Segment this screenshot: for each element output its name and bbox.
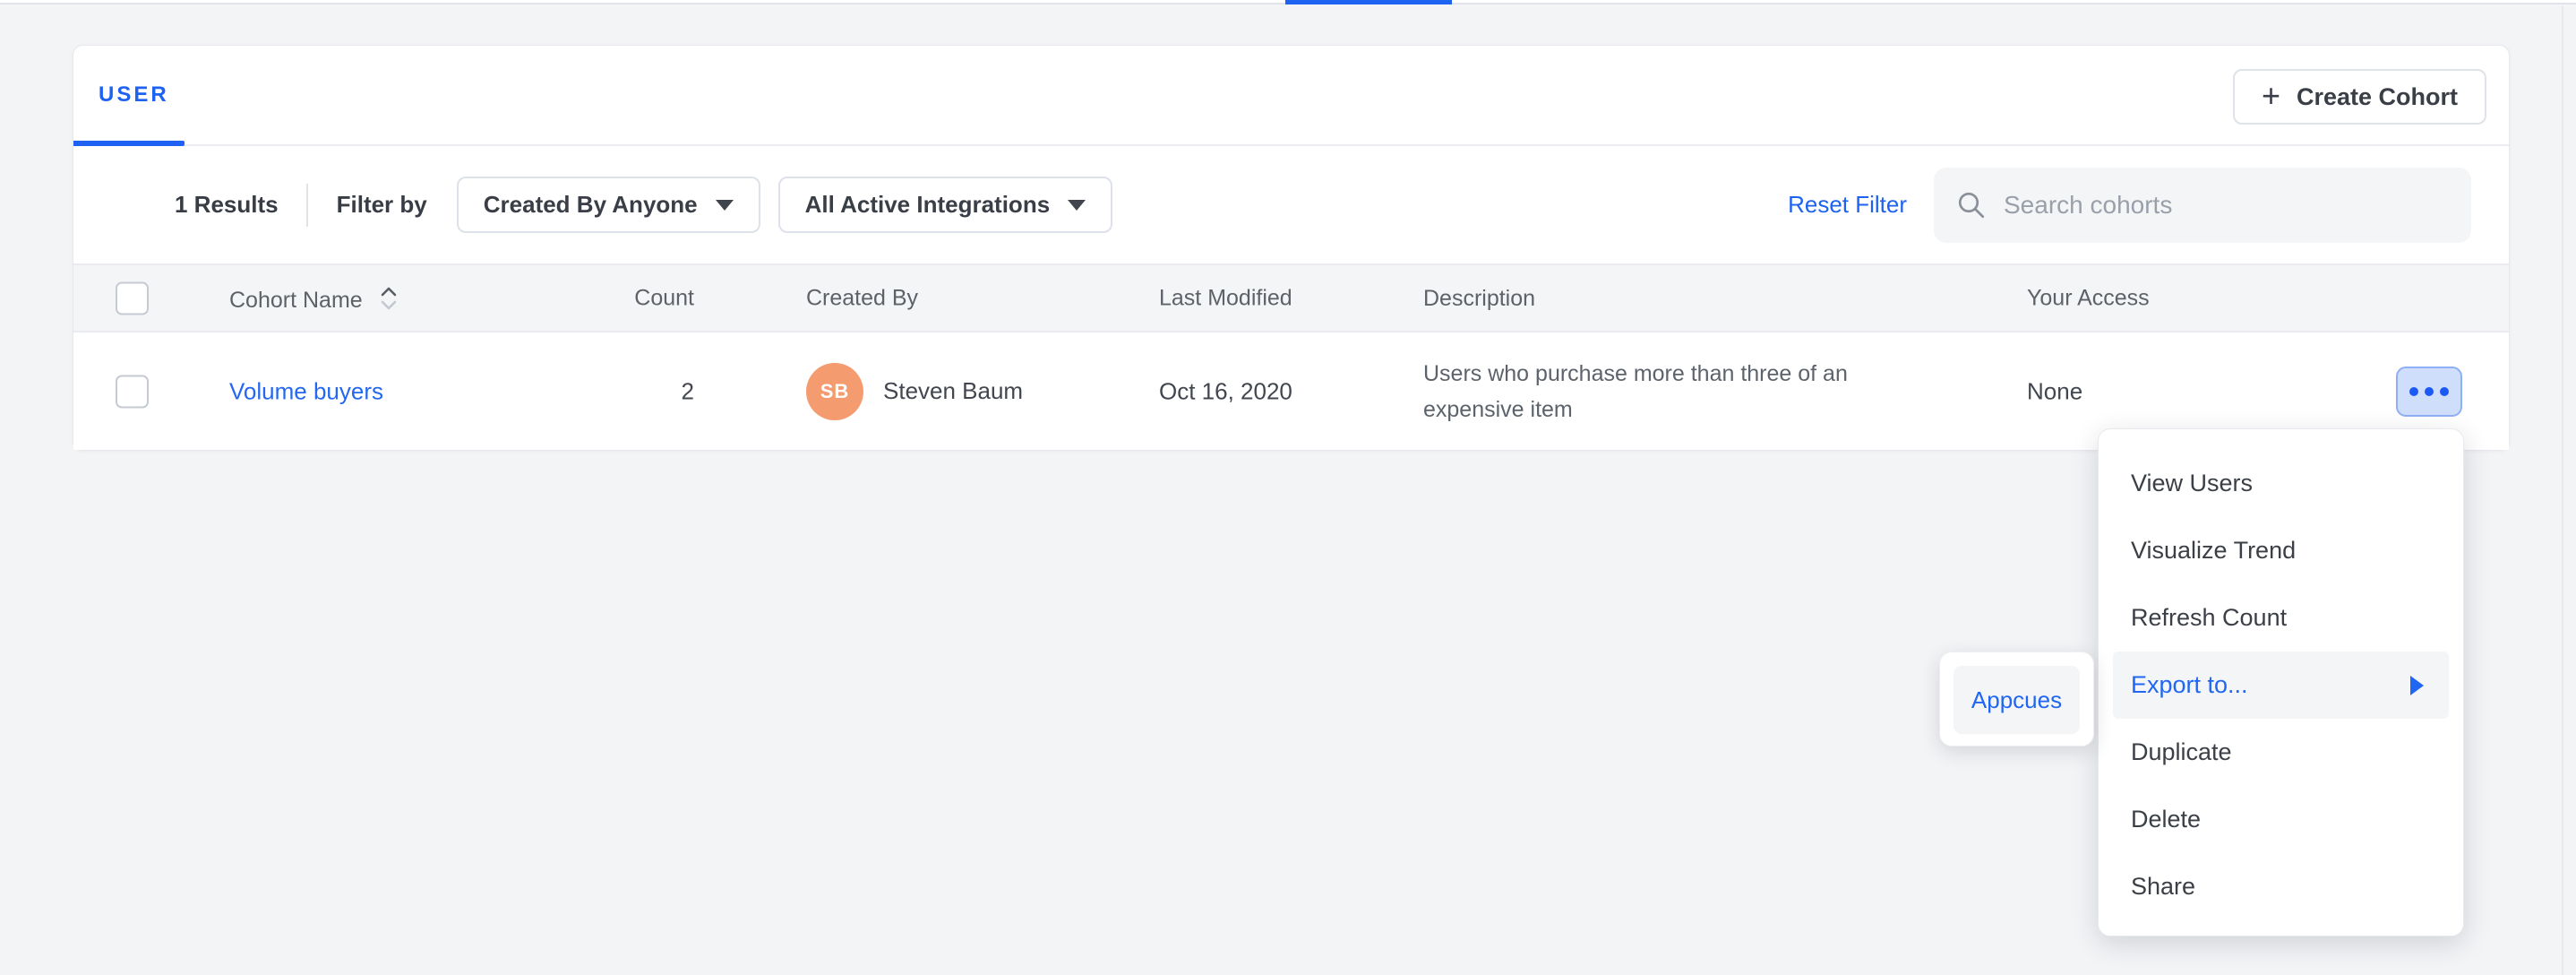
- header-description: Description: [1423, 280, 1961, 316]
- search-box[interactable]: [1934, 168, 2471, 243]
- tab-user[interactable]: USER: [73, 46, 194, 144]
- integrations-dropdown-label: All Active Integrations: [805, 191, 1051, 219]
- plus-icon: +: [2262, 80, 2280, 112]
- row-actions-menu: View Users Visualize Trend Refresh Count…: [2098, 428, 2464, 936]
- sort-icon: [378, 283, 399, 314]
- menu-item-export-to[interactable]: Export to...: [2113, 651, 2449, 719]
- tab-user-label: USER: [99, 82, 169, 108]
- create-cohort-button[interactable]: + Create Cohort: [2233, 69, 2486, 125]
- reset-filter-link[interactable]: Reset Filter: [1788, 191, 1907, 219]
- filter-by-label: Filter by: [337, 191, 427, 219]
- description-line1: Users who purchase more than three of an: [1423, 356, 1961, 392]
- row-checkbox[interactable]: [116, 375, 149, 408]
- menu-item-export-to-label: Export to...: [2131, 671, 2248, 699]
- avatar: SB: [806, 363, 863, 420]
- description-line2: expensive item: [1423, 392, 1961, 427]
- created-by-dropdown[interactable]: Created By Anyone: [457, 177, 760, 233]
- chevron-down-icon: [716, 200, 734, 211]
- integrations-dropdown[interactable]: All Active Integrations: [778, 177, 1113, 233]
- filter-bar: 1 Results Filter by Created By Anyone Al…: [73, 146, 2509, 265]
- header-your-access: Your Access: [2027, 285, 2150, 311]
- header-count: Count: [542, 285, 694, 311]
- menu-item-delete[interactable]: Delete: [2099, 786, 2463, 853]
- created-by-name: Steven Baum: [883, 377, 1023, 405]
- cohort-name-link[interactable]: Volume buyers: [229, 377, 383, 404]
- cohort-description: Users who purchase more than three of an…: [1423, 356, 1961, 427]
- active-tab-indicator: [1285, 0, 1452, 4]
- select-all-checkbox[interactable]: [116, 281, 149, 315]
- submenu-arrow-icon: [2410, 676, 2424, 695]
- header-cohort-name[interactable]: Cohort Name: [229, 283, 399, 314]
- dot-icon: [2425, 387, 2434, 396]
- menu-item-duplicate[interactable]: Duplicate: [2099, 719, 2463, 786]
- row-actions-button[interactable]: [2396, 367, 2462, 417]
- header-last-modified: Last Modified: [1159, 285, 1292, 311]
- dot-icon: [2409, 387, 2418, 396]
- created-by-dropdown-label: Created By Anyone: [484, 191, 698, 219]
- divider: [306, 184, 308, 227]
- search-input[interactable]: [2004, 191, 2450, 220]
- scrollbar-track[interactable]: [2562, 6, 2563, 975]
- dot-icon: [2440, 387, 2449, 396]
- menu-item-refresh-count[interactable]: Refresh Count: [2099, 584, 2463, 651]
- submenu-item-appcues[interactable]: Appcues: [1953, 666, 2080, 734]
- menu-item-view-users[interactable]: View Users: [2099, 450, 2463, 517]
- menu-item-visualize-trend[interactable]: Visualize Trend: [2099, 517, 2463, 584]
- results-count: 1 Results: [175, 191, 279, 219]
- tabs-row: USER + Create Cohort: [73, 46, 2509, 146]
- top-nav-strip: [0, 0, 2576, 4]
- create-cohort-label: Create Cohort: [2297, 83, 2458, 111]
- table-header-row: Cohort Name Count Created By Last Modifi…: [73, 265, 2509, 332]
- cohort-count: 2: [542, 377, 694, 405]
- export-submenu: Appcues: [1939, 651, 2094, 746]
- cohorts-page: USER + Create Cohort 1 Results Filter by…: [0, 0, 2576, 975]
- menu-item-share[interactable]: Share: [2099, 853, 2463, 920]
- chevron-down-icon: [1068, 200, 1086, 211]
- your-access-value: None: [2027, 377, 2082, 405]
- header-cohort-name-label: Cohort Name: [229, 288, 363, 313]
- cohorts-panel: USER + Create Cohort 1 Results Filter by…: [73, 45, 2510, 451]
- last-modified-date: Oct 16, 2020: [1159, 377, 1292, 405]
- search-icon: [1955, 189, 1988, 221]
- header-created-by: Created By: [806, 285, 918, 311]
